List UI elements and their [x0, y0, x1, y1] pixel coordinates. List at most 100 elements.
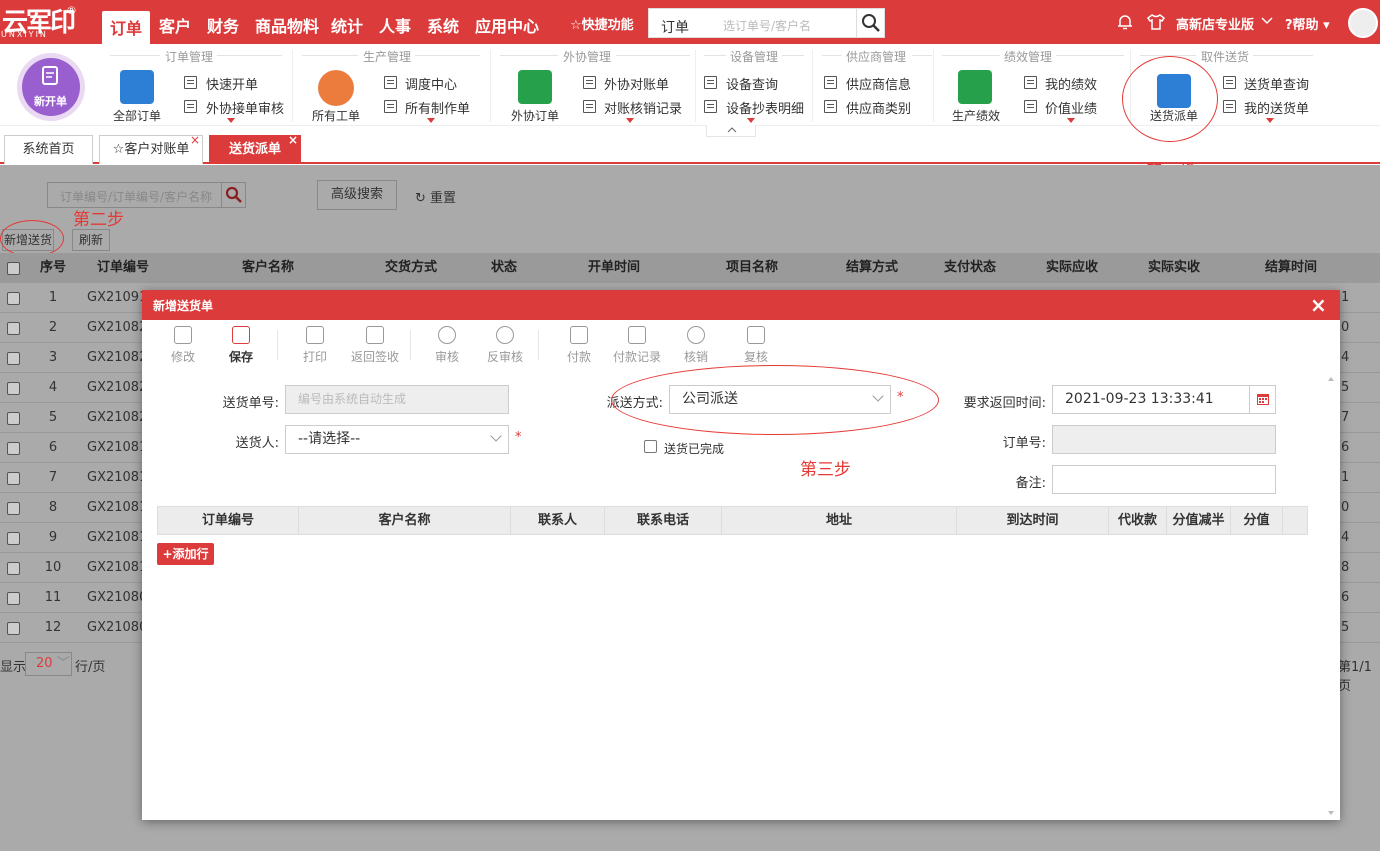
order-no-field[interactable]	[1052, 425, 1276, 454]
return-time-label: 要求返回时间:	[963, 396, 1046, 411]
select-all-checkbox[interactable]	[7, 262, 20, 275]
caret-down-icon[interactable]	[747, 118, 755, 123]
value-perf-link[interactable]: 价值业绩	[1045, 98, 1097, 117]
all-orders-button[interactable]: 全部订单	[113, 107, 161, 124]
check-icon	[687, 326, 705, 344]
my-delivery-link[interactable]: 我的送货单	[1244, 98, 1309, 117]
chevron-down-icon[interactable]	[1260, 16, 1274, 26]
new-order-button[interactable]: 新开单	[17, 53, 85, 121]
production-perf-icon	[958, 70, 992, 104]
nav-item-products[interactable]: 商品物料	[255, 0, 319, 44]
courier-select[interactable]: --请选择--	[285, 425, 509, 454]
tab-system-home[interactable]: 系统首页	[4, 135, 93, 164]
search-button[interactable]	[856, 9, 884, 37]
nav-item-app-center[interactable]: 应用中心	[475, 0, 539, 44]
outsource-order-button[interactable]: 外协订单	[511, 107, 559, 124]
star-icon: ☆	[570, 18, 582, 33]
approve-button[interactable]: 审核	[422, 324, 472, 365]
bell-icon[interactable]	[1116, 13, 1134, 31]
filter-search-button[interactable]	[221, 183, 245, 207]
caret-down-icon[interactable]	[227, 118, 235, 123]
yen-icon	[570, 326, 588, 344]
all-production-link[interactable]: 所有制作单	[405, 98, 470, 117]
caret-down-icon[interactable]	[427, 118, 435, 123]
payment-records-button[interactable]: 付款记录	[608, 324, 666, 365]
doc-icon	[184, 100, 197, 113]
my-perf-link[interactable]: 我的绩效	[1045, 74, 1097, 93]
nav-item-system[interactable]: 系统	[427, 0, 459, 44]
doc-icon	[1024, 100, 1037, 113]
close-icon[interactable]: ×	[1310, 293, 1327, 317]
advanced-search-button[interactable]: 高级搜索	[317, 180, 397, 210]
group-outsource-mgmt: 外协管理	[563, 50, 612, 64]
pay-button[interactable]: 付款	[554, 324, 604, 365]
shirt-icon[interactable]	[1146, 12, 1166, 32]
row-order-code: GX21080	[87, 590, 148, 605]
group-delivery: 取件送货	[1201, 50, 1250, 64]
nav-item-order[interactable]: 订单	[102, 11, 150, 44]
quick-functions-button[interactable]: ☆快捷功能	[570, 14, 634, 33]
close-icon[interactable]: ×	[190, 127, 200, 154]
dialog-scrollbar[interactable]	[1325, 374, 1337, 818]
doc-icon	[583, 76, 596, 89]
remark-field[interactable]	[1052, 465, 1276, 494]
nav-item-hr[interactable]: 人事	[379, 0, 411, 44]
help-menu[interactable]: ?帮助 ▾	[1285, 14, 1330, 33]
dispatch-center-link[interactable]: 调度中心	[405, 74, 457, 93]
writeoff-button[interactable]: 核销	[671, 324, 721, 365]
print-button[interactable]: 打印	[290, 324, 340, 365]
return-sign-button[interactable]: 返回签收	[346, 324, 404, 365]
add-row-button[interactable]: +添加行	[157, 543, 214, 565]
nav-item-stats[interactable]: 统计	[331, 0, 363, 44]
tab-delivery-dispatch[interactable]: 送货派单 ×	[209, 133, 301, 164]
quick-order-link[interactable]: 快速开单	[206, 74, 258, 93]
outsource-statement-link[interactable]: 外协对账单	[604, 74, 669, 93]
equipment-meter-link[interactable]: 设备抄表明细	[726, 98, 804, 117]
nav-item-finance[interactable]: 财务	[207, 0, 239, 44]
search-type-select[interactable]: 订单	[661, 17, 689, 37]
delivery-query-link[interactable]: 送货单查询	[1244, 74, 1309, 93]
outsource-review-link[interactable]: 外协接单审核	[206, 98, 284, 117]
row-settle-time: 5	[1341, 620, 1350, 635]
caret-down-icon[interactable]	[1067, 118, 1075, 123]
page-size-select[interactable]: 20 ﹀	[25, 652, 72, 676]
row-order-code: GX21080	[87, 620, 148, 635]
row-settle-time: 7	[1341, 410, 1350, 425]
edit-button[interactable]: 修改	[158, 324, 208, 365]
doc-icon	[384, 76, 397, 89]
supplier-category-link[interactable]: 供应商类别	[846, 98, 911, 117]
app-logo: 云军印 ® UNXIYIN	[1, 4, 77, 39]
group-supplier-mgmt: 供应商管理	[846, 50, 907, 64]
row-settle-time: 0	[1341, 500, 1350, 515]
delivery-no-field[interactable]: 编号由系统自动生成	[285, 385, 509, 414]
outsource-order-icon	[518, 70, 552, 104]
reset-button[interactable]: ↻ 重置	[415, 187, 456, 206]
equipment-query-link[interactable]: 设备查询	[726, 74, 778, 93]
tab-customer-statement[interactable]: ☆客户对账单 ×	[99, 133, 203, 164]
close-icon[interactable]: ×	[288, 127, 298, 154]
caret-down-icon[interactable]	[626, 118, 634, 123]
production-perf-button[interactable]: 生产绩效	[952, 107, 1000, 124]
unapprove-button[interactable]: 反审核	[480, 324, 530, 365]
calendar-icon[interactable]	[1249, 386, 1275, 413]
avatar[interactable]	[1348, 8, 1378, 38]
recheck-button[interactable]: 复核	[731, 324, 781, 365]
page-indicator: 第1/1页	[1338, 660, 1372, 694]
save-button[interactable]: 保存	[216, 324, 266, 365]
search-input[interactable]: 选订单号/客户名	[723, 17, 811, 34]
supplier-info-link[interactable]: 供应商信息	[846, 74, 911, 93]
caret-down-icon[interactable]	[1266, 118, 1274, 123]
refresh-button[interactable]: 刷新	[72, 229, 110, 251]
delivery-completed-checkbox[interactable]	[644, 440, 657, 453]
file-search-icon	[747, 326, 765, 344]
nav-item-customer[interactable]: 客户	[159, 0, 191, 44]
all-jobs-button[interactable]: 所有工单	[312, 107, 360, 124]
row-settle-time: 1	[1341, 290, 1350, 305]
return-time-field[interactable]: 2021-09-23 13:33:41	[1052, 385, 1276, 414]
doc-icon	[824, 100, 837, 113]
doc-icon	[824, 76, 837, 89]
filter-input[interactable]: 订单编号/订单编号/客户名称	[60, 188, 212, 205]
file-icon	[628, 326, 646, 344]
reconcile-records-link[interactable]: 对账核销记录	[604, 98, 682, 117]
doc-icon	[704, 100, 717, 113]
